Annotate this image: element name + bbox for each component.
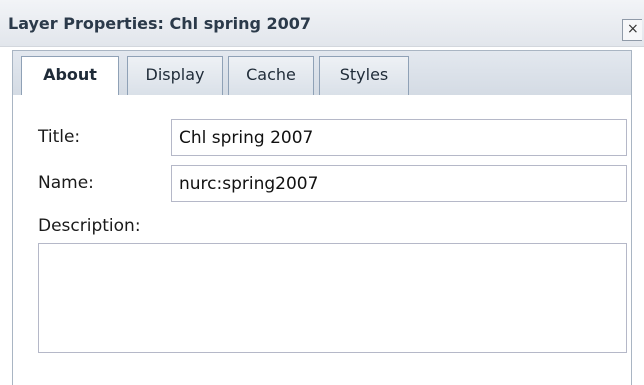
dialog-title: Layer Properties: Chl spring 2007 bbox=[8, 14, 312, 33]
close-icon[interactable]: × bbox=[622, 19, 642, 41]
tab-display[interactable]: Display bbox=[127, 56, 223, 96]
description-field[interactable] bbox=[38, 243, 627, 353]
tab-strip: About Display Cache Styles bbox=[12, 50, 632, 97]
layer-properties-dialog: Layer Properties: Chl spring 2007 × Abou… bbox=[0, 0, 644, 385]
tab-cache[interactable]: Cache bbox=[228, 56, 314, 96]
dialog-titlebar[interactable]: Layer Properties: Chl spring 2007 × bbox=[0, 0, 644, 47]
tab-about[interactable]: About bbox=[21, 56, 119, 97]
description-label: Description: bbox=[38, 216, 141, 236]
name-label: Name: bbox=[38, 173, 94, 193]
tab-styles[interactable]: Styles bbox=[319, 56, 409, 96]
title-field[interactable] bbox=[171, 119, 627, 156]
name-field[interactable] bbox=[171, 165, 627, 202]
title-label: Title: bbox=[38, 127, 81, 147]
about-panel: Title: Name: Description: bbox=[12, 95, 632, 385]
